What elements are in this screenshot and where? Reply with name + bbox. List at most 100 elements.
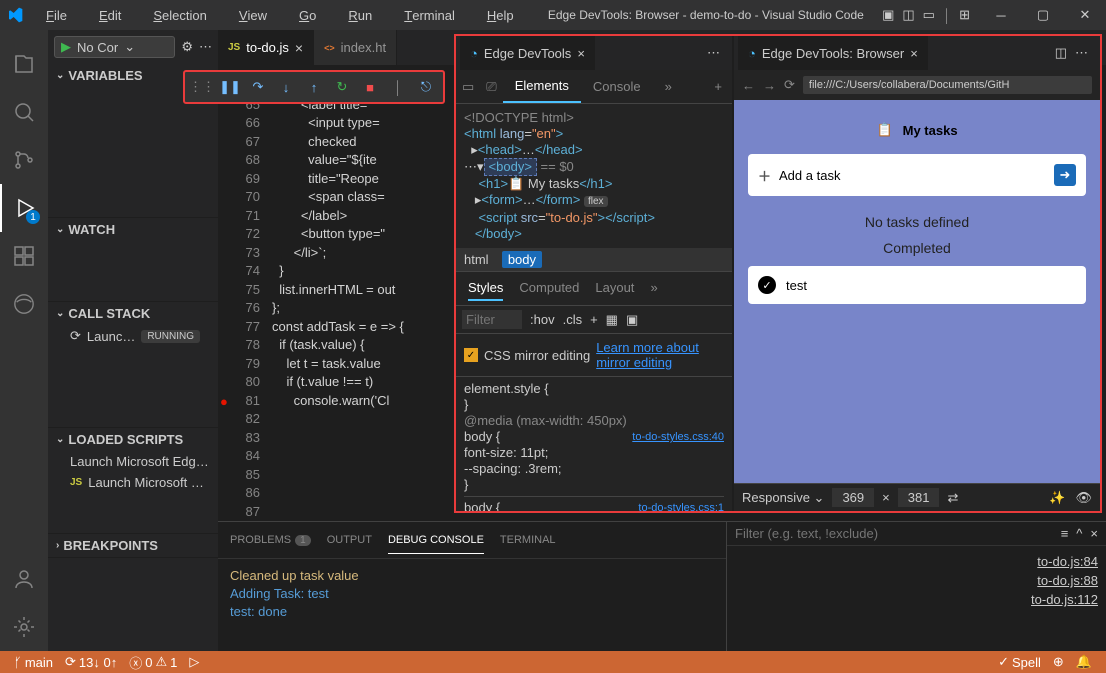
menu-selection[interactable]: Selection <box>137 0 222 30</box>
more-icon[interactable]: ⋯ <box>1075 45 1088 61</box>
bell-icon[interactable]: 🔔 <box>1070 654 1098 670</box>
add-rule-icon[interactable]: + <box>590 312 598 327</box>
menu-view[interactable]: View <box>223 0 283 30</box>
mirror-link[interactable]: Learn more about mirror editing <box>596 340 716 370</box>
maximize-button[interactable]: ▢ <box>1022 0 1064 30</box>
computed-subtab[interactable]: Computed <box>519 276 579 301</box>
more-icon[interactable]: » <box>650 276 657 301</box>
debug-console-tab[interactable]: DEBUG CONSOLE <box>388 526 484 554</box>
expand-icon[interactable]: ^ <box>1076 526 1082 541</box>
dom-breadcrumb[interactable]: html body <box>456 248 732 271</box>
device-icon[interactable]: ⎚ <box>480 79 502 95</box>
breakpoint-icon[interactable]: ● <box>220 393 228 412</box>
eye-icon[interactable]: 👁 <box>1075 490 1092 506</box>
submit-button[interactable]: ➜ <box>1054 164 1076 186</box>
sync-indicator[interactable]: ⟳ 13↓ 0↑ <box>59 654 123 670</box>
menu-file[interactable]: FFileile <box>30 0 83 30</box>
responsive-selector[interactable]: Responsive ⌄ <box>742 490 824 506</box>
breakpoints-section[interactable]: ›Breakpoints <box>48 534 218 557</box>
back-icon[interactable]: ← <box>742 78 755 93</box>
source-control-icon[interactable] <box>0 136 48 184</box>
browser-tab[interactable]: ◔ Edge DevTools: Browser × <box>738 36 928 70</box>
branch-indicator[interactable]: ᚶ main <box>8 655 59 670</box>
run-config-selector[interactable]: ▶ No Cor ⌄ <box>54 36 175 58</box>
page-preview[interactable]: 📋 My tasks ＋ Add a task ➜ No tasks defin… <box>734 100 1100 483</box>
disconnect-button[interactable]: ⎋ <box>413 76 439 98</box>
menu-terminal[interactable]: Terminal <box>388 0 471 30</box>
layout-icon[interactable]: │ <box>943 8 951 23</box>
tab-todo-js[interactable]: JS to-do.js × <box>218 30 314 65</box>
script-item[interactable]: Launch Microsoft Edg… <box>48 451 218 472</box>
terminal-tab[interactable]: TERMINAL <box>500 526 556 554</box>
rotate-icon[interactable]: ⇄ <box>947 490 958 506</box>
grip-icon[interactable]: ⋮⋮ <box>189 76 215 98</box>
close-icon[interactable]: × <box>1090 526 1098 541</box>
feedback-icon[interactable]: ⊕ <box>1047 654 1070 670</box>
callstack-item[interactable]: ⟳ Launc… RUNNING <box>48 325 218 347</box>
search-icon[interactable] <box>0 88 48 136</box>
add-task-row[interactable]: ＋ Add a task ➜ <box>748 154 1086 196</box>
layout-icon[interactable]: ▣ <box>882 7 894 23</box>
step-over-button[interactable]: ↷ <box>245 76 271 98</box>
height-input[interactable]: 381 <box>898 488 940 507</box>
loaded-scripts-section[interactable]: ⌄Loaded Scripts <box>48 428 218 451</box>
console-subtab[interactable]: Console <box>581 71 653 102</box>
explorer-icon[interactable] <box>0 40 48 88</box>
problems-tab[interactable]: PROBLEMS1 <box>230 526 311 554</box>
close-icon[interactable]: × <box>910 46 918 61</box>
dom-tree[interactable]: <!DOCTYPE html> <html lang="en"> ▸<head>… <box>456 104 732 248</box>
checkbox-icon[interactable]: ✓ <box>464 348 478 362</box>
more-icon[interactable]: ⋯ <box>199 39 212 55</box>
menu-go[interactable]: Go <box>283 0 332 30</box>
elements-subtab[interactable]: Elements <box>503 70 581 103</box>
menu-help[interactable]: Help <box>471 0 530 30</box>
more-icon[interactable]: ⋯ <box>707 45 720 61</box>
menu-edit[interactable]: Edit <box>83 0 137 30</box>
stop-button[interactable]: ■ <box>357 76 383 98</box>
output-tab[interactable]: OUTPUT <box>327 526 372 554</box>
tool-icon[interactable]: ✨ <box>1049 490 1065 506</box>
pause-button[interactable]: ❚❚ <box>217 76 243 98</box>
layout-icon[interactable]: ▭ <box>923 7 935 23</box>
script-item[interactable]: JSLaunch Microsoft … <box>48 472 218 493</box>
settings-icon[interactable]: ≡ <box>1061 526 1069 541</box>
width-input[interactable]: 369 <box>832 488 874 507</box>
debug-indicator[interactable]: ▷ <box>183 654 205 670</box>
styles-filter-input[interactable] <box>462 310 522 329</box>
cls-button[interactable]: .cls <box>563 312 583 327</box>
flexbox-icon[interactable]: ▦ <box>606 312 618 328</box>
close-button[interactable]: ✕ <box>1064 0 1106 30</box>
split-icon[interactable]: ◫ <box>1055 45 1067 61</box>
layout-icon[interactable]: ⊞ <box>959 7 970 23</box>
inspect-icon[interactable]: ▭ <box>456 79 480 95</box>
more-tabs[interactable]: » <box>653 71 684 102</box>
check-icon[interactable]: ✓ <box>758 276 776 294</box>
spell-indicator[interactable]: ✓ Spell <box>992 654 1047 670</box>
run-debug-icon[interactable]: 1 <box>0 184 48 232</box>
close-icon[interactable]: × <box>295 40 303 56</box>
layout-subtab[interactable]: Layout <box>595 276 634 301</box>
css-rules[interactable]: element.style { } @media (max-width: 450… <box>456 377 732 511</box>
problems-indicator[interactable]: ⓧ 0 ⚠ 1 <box>123 653 183 672</box>
edge-tools-icon[interactable] <box>0 280 48 328</box>
minimize-button[interactable]: ─ <box>980 0 1022 30</box>
forward-icon[interactable]: → <box>763 78 776 93</box>
source-link[interactable]: to-do.js:88 <box>735 571 1098 590</box>
accounts-icon[interactable] <box>0 555 48 603</box>
reload-icon[interactable]: ⟳ <box>784 77 795 93</box>
watch-section[interactable]: ⌄Watch <box>48 218 218 241</box>
close-icon[interactable]: × <box>577 46 585 61</box>
task-item[interactable]: ✓ test <box>748 266 1086 304</box>
url-bar[interactable]: file:///C:/Users/collabera/Documents/Git… <box>803 76 1092 94</box>
console-filter-input[interactable] <box>735 526 1053 541</box>
box-icon[interactable]: ▣ <box>626 312 638 328</box>
devtools-tab[interactable]: ◔ Edge DevTools × <box>460 36 595 70</box>
step-into-button[interactable]: ↓ <box>273 76 299 98</box>
gear-icon[interactable]: ⚙ <box>181 39 193 55</box>
extensions-icon[interactable] <box>0 232 48 280</box>
hov-button[interactable]: :hov <box>530 312 555 327</box>
settings-gear-icon[interactable] <box>0 603 48 651</box>
layout-icon[interactable]: ◫ <box>902 7 914 23</box>
step-out-button[interactable]: ↑ <box>301 76 327 98</box>
callstack-section[interactable]: ⌄Call Stack <box>48 302 218 325</box>
